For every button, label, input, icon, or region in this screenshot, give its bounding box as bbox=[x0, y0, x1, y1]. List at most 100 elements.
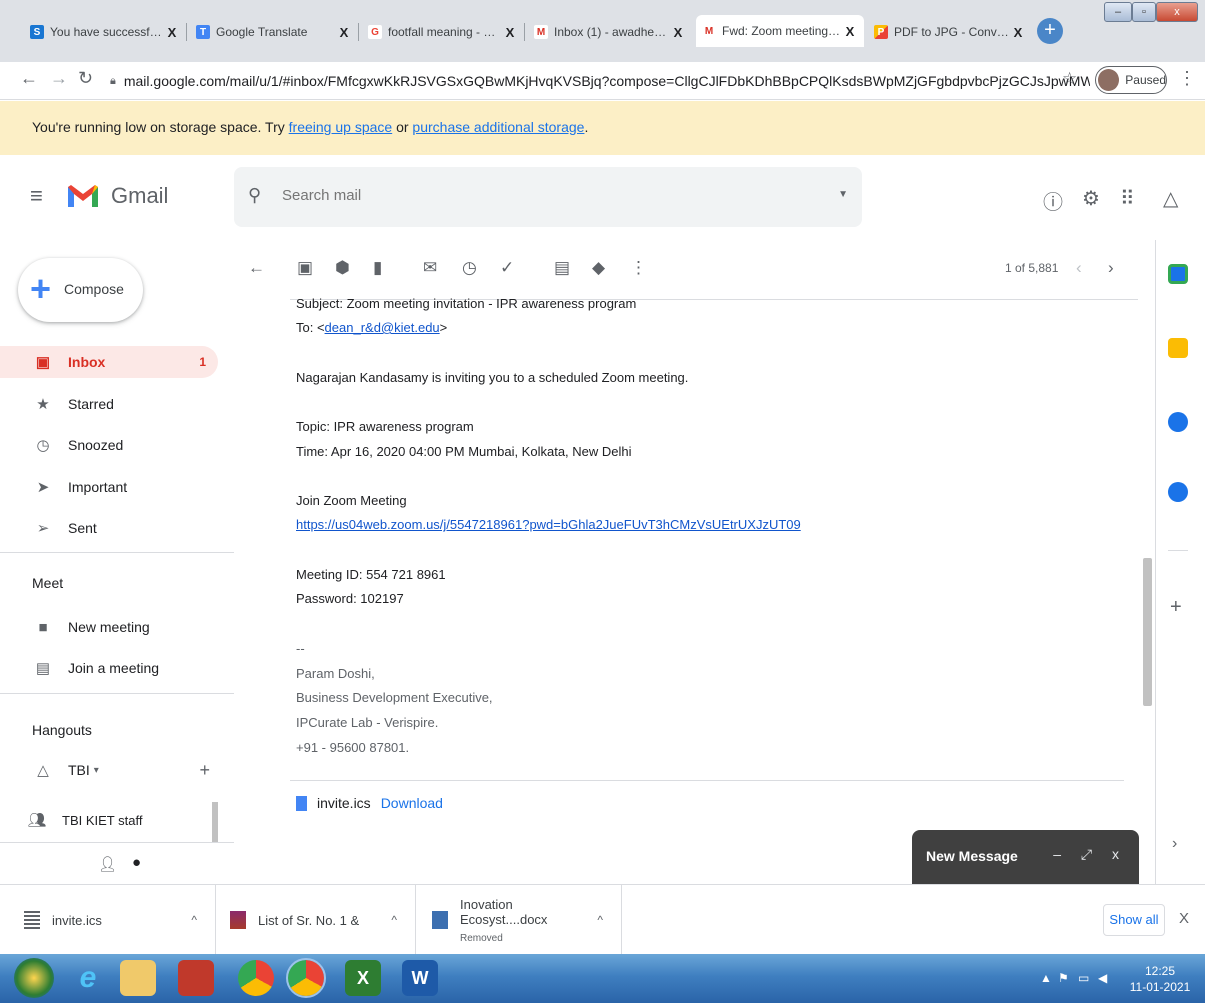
tab-google-translate[interactable]: T Google Translate X bbox=[190, 17, 358, 47]
more-options-icon[interactable]: ⋮ bbox=[630, 258, 647, 278]
zoom-join-link[interactable]: https://us04web.zoom.us/j/5547218961?pwd… bbox=[296, 517, 801, 532]
person-icon[interactable]: 👤︎ bbox=[98, 855, 117, 873]
report-spam-icon[interactable]: ⬢ bbox=[335, 258, 350, 278]
recipient-email-link[interactable]: dean_r&d@kiet.edu bbox=[325, 320, 440, 335]
back-to-inbox-icon[interactable]: ← bbox=[248, 258, 265, 278]
group-avatar-icon: 👥︎ bbox=[27, 812, 47, 829]
tab-pdf-to-jpg[interactable]: P PDF to JPG - Convert yo X bbox=[868, 17, 1032, 47]
minimize-window-button[interactable]: – bbox=[1104, 2, 1132, 22]
settings-gear-icon[interactable]: ⚙ bbox=[1082, 186, 1100, 211]
tab-successfully-logged[interactable]: S You have successfully lo X bbox=[24, 17, 186, 47]
tab-close-icon[interactable]: X bbox=[502, 25, 518, 40]
join-meeting-item[interactable]: ▤ Join a meeting bbox=[0, 652, 218, 684]
chevron-up-icon[interactable]: ^ bbox=[597, 913, 603, 927]
tab-close-icon[interactable]: X bbox=[336, 25, 352, 40]
tab-close-icon[interactable]: X bbox=[164, 25, 180, 40]
volume-icon[interactable]: ◀ bbox=[1098, 971, 1107, 985]
sidebar-item-sent[interactable]: ➢ Sent bbox=[0, 512, 218, 544]
label-icon[interactable]: ◆ bbox=[592, 258, 605, 278]
download-item-invite-ics[interactable]: invite.ics ^ bbox=[0, 885, 216, 955]
new-tab-button[interactable]: + bbox=[1037, 18, 1063, 44]
archive-file-icon bbox=[230, 911, 246, 929]
system-clock[interactable]: 12:25 11-01-2021 bbox=[1125, 963, 1195, 995]
flag-icon[interactable]: ⚑ bbox=[1058, 971, 1069, 985]
profile-button[interactable]: Paused bbox=[1095, 66, 1167, 94]
browser-menu-icon[interactable]: ⋮ bbox=[1178, 68, 1196, 89]
delete-icon[interactable]: ▮ bbox=[373, 258, 382, 278]
chevron-up-icon[interactable]: ^ bbox=[191, 913, 197, 927]
forward-arrow-icon[interactable]: → bbox=[50, 68, 68, 89]
chrome-icon[interactable] bbox=[238, 960, 274, 996]
older-chevron-icon[interactable]: › bbox=[1108, 258, 1114, 278]
excel-icon[interactable]: X bbox=[345, 960, 381, 996]
hangouts-user-selector[interactable]: △ TBI ▾ + bbox=[0, 754, 218, 786]
move-to-icon[interactable]: ▤ bbox=[554, 258, 570, 278]
window-controls[interactable]: – ⤢ x bbox=[1053, 846, 1127, 863]
word-icon[interactable]: W bbox=[402, 960, 438, 996]
sidebar-item-label: Important bbox=[68, 479, 128, 495]
snooze-icon[interactable]: ◷ bbox=[462, 258, 477, 278]
new-meeting-item[interactable]: ■ New meeting bbox=[0, 611, 218, 643]
tab-close-icon[interactable]: X bbox=[842, 24, 858, 39]
show-hidden-icons[interactable]: ▲ bbox=[1040, 971, 1052, 985]
calendar-icon[interactable] bbox=[1168, 264, 1188, 284]
close-window-button[interactable]: x bbox=[1156, 2, 1198, 22]
tab-close-icon[interactable]: X bbox=[670, 25, 686, 40]
show-all-downloads-button[interactable]: Show all bbox=[1103, 904, 1165, 936]
add-contact-icon[interactable]: + bbox=[199, 760, 210, 781]
sidebar-item-snoozed[interactable]: ◷ Snoozed bbox=[0, 429, 218, 461]
chevron-up-icon[interactable]: ^ bbox=[391, 913, 397, 927]
tab-close-icon[interactable]: X bbox=[1010, 25, 1026, 40]
get-addons-plus-icon[interactable]: + bbox=[1170, 596, 1182, 619]
file-explorer-icon[interactable] bbox=[120, 960, 156, 996]
compose-button[interactable]: + Compose bbox=[18, 258, 143, 322]
chrome-active-icon[interactable] bbox=[286, 958, 326, 998]
archive-icon[interactable]: ▣ bbox=[297, 258, 313, 278]
freeing-up-space-link[interactable]: freeing up space bbox=[289, 119, 393, 135]
attachment-row: invite.ics Download bbox=[296, 795, 443, 811]
back-arrow-icon[interactable]: ← bbox=[20, 68, 38, 89]
download-link[interactable]: Download bbox=[381, 795, 443, 811]
chevron-down-icon: ▾ bbox=[93, 764, 99, 776]
sidebar-scrollbar[interactable] bbox=[212, 802, 218, 842]
download-item-list[interactable]: List of Sr. No. 1 & ^ bbox=[216, 885, 416, 955]
tab-fwd-zoom-meeting[interactable]: M Fwd: Zoom meeting inv X bbox=[696, 15, 864, 47]
bookmark-star-icon[interactable]: ☆ bbox=[1062, 69, 1077, 89]
apps-grid-icon[interactable]: ⠿ bbox=[1120, 186, 1135, 211]
email-scrollbar[interactable] bbox=[1143, 558, 1152, 706]
sidebar-item-inbox[interactable]: ▣ Inbox 1 bbox=[0, 346, 218, 378]
tab-footfall-meaning[interactable]: G footfall meaning - Goog X bbox=[362, 17, 524, 47]
download-item-docx[interactable]: Inovation Ecosyst....docx Removed ^ bbox=[416, 885, 622, 955]
chat-bubble-icon[interactable]: ● bbox=[132, 854, 141, 871]
main-menu-icon[interactable]: ≡ bbox=[30, 183, 43, 209]
search-icon[interactable]: ⚲ bbox=[248, 185, 261, 206]
mark-unread-icon[interactable]: ✉ bbox=[423, 258, 437, 278]
url-bar[interactable]: 🔒︎ mail.google.com/mail/u/1/#inbox/FMfcg… bbox=[110, 67, 1090, 95]
start-button-icon[interactable] bbox=[14, 958, 54, 998]
close-shelf-icon[interactable]: X bbox=[1179, 910, 1189, 927]
help-icon[interactable]: ⓘ bbox=[1043, 186, 1063, 215]
tab-inbox[interactable]: M Inbox (1) - awadhesh.ku X bbox=[528, 17, 692, 47]
new-message-window[interactable]: New Message – ⤢ x bbox=[912, 830, 1139, 884]
media-player-icon[interactable] bbox=[178, 960, 214, 996]
internet-explorer-icon[interactable]: e bbox=[70, 960, 106, 996]
purchase-storage-link[interactable]: purchase additional storage bbox=[412, 119, 584, 135]
network-icon[interactable]: ▭ bbox=[1078, 971, 1089, 985]
account-avatar-icon[interactable]: △ bbox=[1163, 186, 1178, 211]
hangouts-contact-tbi-kiet-staff[interactable]: 👥︎ TBI KIET staff bbox=[0, 804, 218, 836]
attachment-name[interactable]: invite.ics bbox=[317, 795, 371, 811]
reload-icon[interactable]: ↻ bbox=[78, 68, 93, 89]
newer-chevron-icon[interactable]: ‹ bbox=[1076, 258, 1082, 278]
search-options-icon[interactable]: ▼ bbox=[838, 189, 848, 200]
tab-label: Inbox (1) - awadhesh.ku bbox=[554, 25, 670, 39]
maximize-window-button[interactable]: ▫ bbox=[1132, 2, 1156, 22]
show-side-panel-chevron-icon[interactable]: › bbox=[1172, 835, 1177, 853]
search-bar[interactable]: ⚲ ▼ bbox=[234, 167, 862, 227]
tasks-icon[interactable] bbox=[1168, 412, 1188, 432]
sidebar-item-starred[interactable]: ★ Starred bbox=[0, 388, 218, 420]
sidebar-item-important[interactable]: ➤ Important bbox=[0, 471, 218, 503]
search-input[interactable] bbox=[282, 187, 481, 204]
keep-icon[interactable] bbox=[1168, 338, 1188, 358]
add-task-icon[interactable]: ✓ bbox=[500, 258, 514, 278]
contacts-icon[interactable] bbox=[1168, 482, 1188, 502]
